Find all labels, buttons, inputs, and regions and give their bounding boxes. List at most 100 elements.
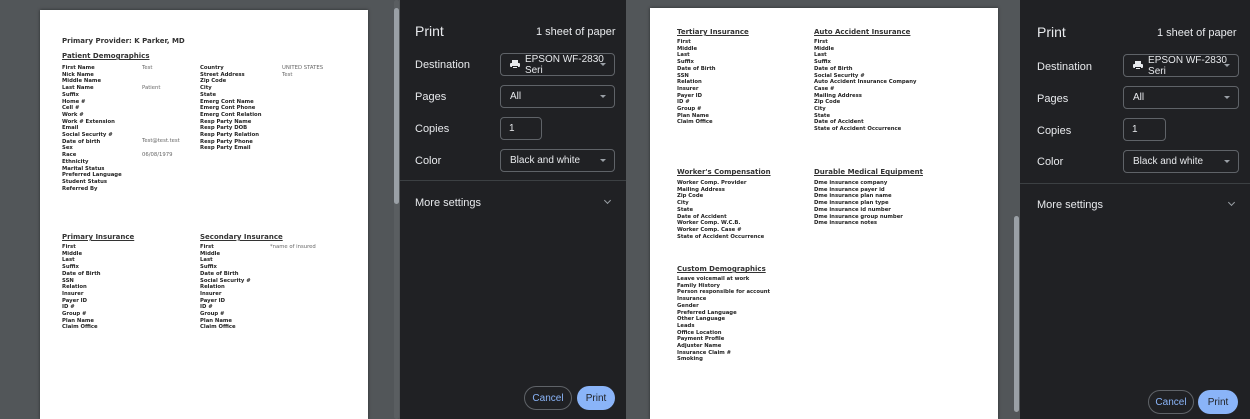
secondary-note: *name of insured [270,244,316,250]
color-label: Color [1037,156,1064,168]
field-label: Insurer [200,290,222,297]
right-scrollbar-thumb[interactable] [1014,216,1019,412]
dropdown-caret-icon [600,63,606,66]
field-label: Last Name [62,85,94,92]
last-name-value: Patient [142,85,161,91]
field-label: Suffix [62,91,79,98]
field-label: First Name [62,65,95,71]
field-label: First [200,244,214,250]
field-label: Insurance Claim # [677,349,732,356]
field-label: Dme insurance plan type [814,200,889,207]
copies-value: 1 [1132,124,1138,135]
dropdown-caret-icon [600,95,606,98]
dme-heading: Durable Medical Equipment [814,168,923,176]
field-label: Payer ID [62,297,88,304]
copies-label: Copies [415,123,450,135]
workers-comp-heading: Worker's Compensation [677,168,771,176]
color-value: Black and white [1133,156,1204,167]
primary-fields: First Middle Last Suffix Date of Birth SSN Rel… [62,244,101,331]
field-label: Plan Name [677,112,710,119]
print-button[interactable]: Print [577,386,615,410]
field-label: Date of Birth [677,65,716,72]
field-label: Social Security # [200,277,251,284]
field-label: Relation [200,284,225,291]
field-label: Gender [677,302,699,309]
field-label: Social Security # [62,132,113,139]
field-label: Zip Code [814,99,841,106]
dob-value: 06/08/1979 [142,152,173,158]
field-label: Student Status [62,178,108,185]
field-label: Nick Name [62,71,94,78]
street-value: Test [282,72,293,78]
field-label: Home # [62,98,86,105]
field-label: Insurer [62,290,84,297]
cancel-button[interactable]: Cancel [524,386,572,410]
color-select[interactable]: Black and white [500,149,615,172]
field-label: City [677,200,689,207]
field-label: Date of birth [62,138,101,145]
destination-select[interactable]: EPSON WF-2830 Seri [1123,54,1239,77]
sheet-count: 1 sheet of paper [536,26,616,38]
copies-input[interactable]: 1 [1123,118,1166,141]
field-label: Street Address [200,71,245,78]
tertiary-heading: Tertiary Insurance [677,28,749,36]
field-label: Last [200,257,213,264]
field-label: Plan Name [62,317,95,324]
field-label: Referred By [62,185,98,192]
color-value: Black and white [510,155,581,166]
field-label: Group # [62,311,87,318]
demographics-heading: Patient Demographics [62,52,150,60]
more-settings[interactable]: More settings [415,197,481,209]
field-label: Payment Profile [677,336,725,343]
field-label: Dme insurance payer id [814,186,885,193]
cancel-button[interactable]: Cancel [1148,390,1194,414]
field-label: State of Accident Occurrence [677,233,765,240]
destination-select[interactable]: EPSON WF-2830 Seri [500,53,615,76]
pages-label: Pages [1037,93,1069,105]
field-label: Country [200,65,224,71]
field-label: Suffix [200,264,217,271]
color-select[interactable]: Black and white [1123,150,1239,173]
field-label: ID # [677,99,690,106]
chevron-down-icon[interactable] [1227,198,1236,207]
more-settings[interactable]: More settings [1037,199,1103,211]
field-label: First [62,244,76,250]
dialog-title: Print [415,23,444,39]
field-label: State [677,206,694,213]
pages-select[interactable]: All [1123,86,1239,109]
left-scrollbar-thumb[interactable] [394,8,399,204]
color-label: Color [415,155,442,167]
field-label: Claim Office [677,119,713,126]
chevron-down-icon[interactable] [603,196,612,205]
field-label: Payer ID [677,92,703,99]
field-label: ID # [200,304,213,311]
copies-input[interactable]: 1 [500,117,542,140]
email-value: Test@test.test [142,138,180,144]
field-label: Case # [814,85,835,92]
field-label: Middle [814,45,835,52]
field-label: ID # [62,304,75,311]
pages-select[interactable]: All [500,85,615,108]
field-label: Preferred Language [677,309,737,316]
preview-page: Primary Provider: K Parker, MD Patient D… [40,10,368,419]
field-label: Dme insurance notes [814,220,878,227]
dropdown-caret-icon [1224,64,1230,67]
destination-label: Destination [1037,61,1093,73]
field-label: First [677,39,691,45]
field-label: Leave voicemail at work [677,276,750,282]
field-label: Preferred Language [62,172,122,179]
settings-divider [400,180,626,181]
field-label: Sex [62,145,73,152]
dropdown-caret-icon [600,159,606,162]
field-label: Auto Accident Insurance Company [814,79,917,86]
copies-value: 1 [509,123,515,134]
workers-fields: Worker Comp. Provider Mailing Address Zip … [677,180,764,240]
field-label: Date of Birth [200,270,239,277]
field-label: Date of Birth [814,65,853,72]
destination-label: Destination [415,59,471,71]
print-button[interactable]: Print [1198,390,1238,414]
field-label: Dme insurance group number [814,213,903,220]
field-label: Last [677,52,690,59]
field-label: Family History [677,282,720,289]
field-label: Resp Party Phone [200,138,253,145]
